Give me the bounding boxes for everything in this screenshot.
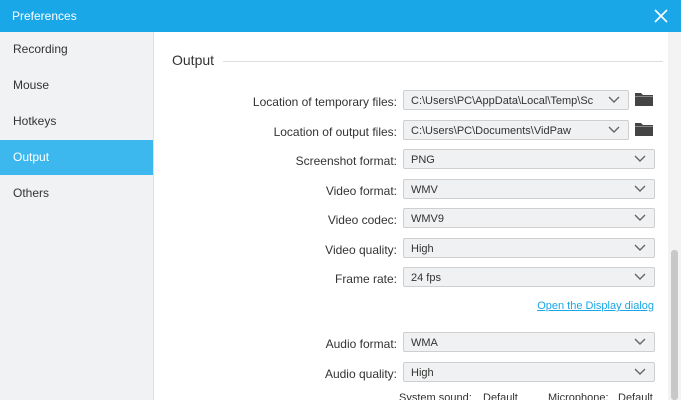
output-files-label: Location of output files: [273, 125, 397, 139]
video-quality-value: High [411, 243, 434, 255]
screenshot-format-value: PNG [411, 154, 435, 166]
video-quality-label: Video quality: [325, 243, 397, 257]
video-format-value: WMV [411, 184, 438, 196]
temp-files-value: C:\Users\PC\AppData\Local\Temp\Sc [411, 95, 594, 107]
output-panel: Output Location of temporary files: C:\U… [153, 32, 668, 400]
video-codec-value: WMV9 [411, 213, 444, 225]
audio-quality-select[interactable]: High [403, 362, 655, 382]
chevron-down-icon [634, 185, 646, 192]
screenshot-format-select[interactable]: PNG [403, 149, 655, 169]
temp-files-select[interactable]: C:\Users\PC\AppData\Local\Temp\Sc [403, 90, 629, 110]
system-sound-value: Default [483, 392, 518, 400]
screenshot-format-label: Screenshot format: [295, 154, 397, 168]
video-format-label: Video format: [325, 184, 397, 198]
temp-files-row: Location of temporary files: C:\Users\PC… [153, 90, 668, 114]
frame-rate-value: 24 fps [411, 272, 441, 284]
audio-format-select[interactable]: WMA [403, 332, 655, 352]
audio-format-value: WMA [411, 337, 438, 349]
sidebar-item-mouse[interactable]: Mouse [0, 68, 153, 103]
audio-format-row: Audio format: WMA [153, 332, 668, 356]
frame-rate-select[interactable]: 24 fps [403, 267, 655, 287]
chevron-down-icon [634, 338, 646, 345]
frame-rate-row: Frame rate: 24 fps [153, 267, 668, 291]
section-divider [223, 61, 663, 62]
scrollbar[interactable] [668, 32, 681, 400]
microphone-value: Default [618, 392, 653, 400]
temp-files-label: Location of temporary files: [252, 95, 397, 109]
chevron-down-icon [608, 126, 620, 133]
video-quality-select[interactable]: High [403, 238, 655, 258]
sidebar-item-others[interactable]: Others [0, 176, 153, 211]
microphone-label: Microphone: [548, 392, 609, 400]
title-bar: Preferences [0, 0, 681, 32]
sidebar-item-hotkeys[interactable]: Hotkeys [0, 104, 153, 139]
section-heading: Output [172, 52, 215, 68]
scrollbar-thumb[interactable] [671, 250, 678, 400]
system-sound-label: System sound: [399, 392, 472, 400]
chevron-down-icon [634, 214, 646, 221]
output-files-value: C:\Users\PC\Documents\VidPaw [411, 125, 571, 137]
video-codec-select[interactable]: WMV9 [403, 208, 655, 228]
audio-format-label: Audio format: [325, 337, 397, 351]
video-format-select[interactable]: WMV [403, 179, 655, 199]
screenshot-format-row: Screenshot format: PNG [153, 149, 668, 173]
output-files-row: Location of output files: C:\Users\PC\Do… [153, 120, 668, 144]
chevron-down-icon [608, 96, 620, 103]
folder-icon[interactable] [635, 92, 653, 106]
video-codec-row: Video codec: WMV9 [153, 208, 668, 232]
frame-rate-label: Frame rate: [334, 272, 397, 286]
chevron-down-icon [634, 244, 646, 251]
audio-quality-label: Audio quality: [324, 367, 397, 381]
sidebar-item-recording[interactable]: Recording [0, 32, 153, 67]
audio-quality-value: High [411, 367, 434, 379]
close-icon[interactable] [649, 4, 673, 28]
chevron-down-icon [634, 273, 646, 280]
sidebar: Recording Mouse Hotkeys Output Others [0, 32, 154, 400]
open-display-dialog-link[interactable]: Open the Display dialog [537, 300, 654, 312]
chevron-down-icon [634, 368, 646, 375]
video-format-row: Video format: WMV [153, 179, 668, 203]
video-quality-row: Video quality: High [153, 238, 668, 262]
window-title: Preferences [12, 9, 77, 23]
output-files-select[interactable]: C:\Users\PC\Documents\VidPaw [403, 120, 629, 140]
sidebar-item-output[interactable]: Output [0, 140, 153, 175]
video-codec-label: Video codec: [327, 213, 397, 227]
chevron-down-icon [634, 155, 646, 162]
audio-quality-row: Audio quality: High [153, 362, 668, 386]
folder-icon[interactable] [635, 122, 653, 136]
